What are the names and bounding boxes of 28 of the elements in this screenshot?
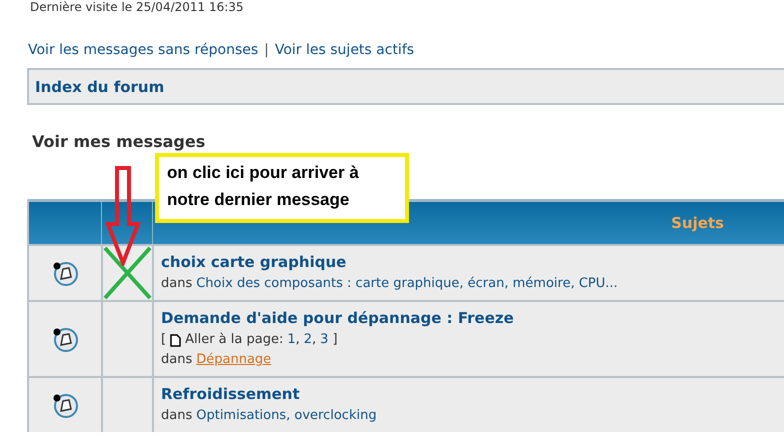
pages-label: Aller à la page: — [185, 331, 284, 349]
topic-icon — [51, 325, 79, 353]
page-number-link[interactable]: 1 — [287, 330, 296, 350]
column-header: Sujets — [671, 214, 724, 232]
page-number-link[interactable]: 2 — [304, 330, 312, 350]
topic-link[interactable]: choix carte graphique — [161, 253, 346, 271]
last-visit-text: Dernière visite le 25/04/2011 16:35 — [29, 0, 245, 14]
comma: , — [312, 331, 316, 349]
category-link[interactable]: Choix des composants : carte graphique, écran, mémoire, CPU... — [196, 274, 618, 294]
separator: | — [264, 41, 269, 60]
category-link[interactable]: Optimisations, overclocking — [196, 406, 377, 426]
in-label: dans — [161, 275, 192, 293]
topic-icon — [51, 259, 79, 287]
forum-index-link[interactable]: Index du forum — [35, 78, 164, 96]
unanswered-link[interactable]: Voir les messages sans réponses — [28, 40, 258, 60]
topic-link[interactable]: Demande d'aide pour dépannage : Freeze — [161, 309, 514, 327]
topic-icon — [51, 391, 79, 419]
page-icon — [170, 334, 182, 346]
page-heading: Voir mes messages — [32, 132, 206, 152]
in-label: dans — [161, 351, 192, 369]
in-label: dans — [161, 407, 192, 425]
comma: , — [296, 331, 300, 349]
topic-link[interactable]: Refroidissement — [161, 385, 300, 403]
bracket: ] — [332, 331, 338, 349]
annotation-callout: on clic ici pour arriver à notre dernier message — [155, 153, 409, 223]
active-topics-link[interactable]: Voir les sujets actifs — [274, 40, 414, 60]
bracket: [ — [161, 331, 166, 349]
page-number-link[interactable]: 3 — [320, 330, 328, 350]
